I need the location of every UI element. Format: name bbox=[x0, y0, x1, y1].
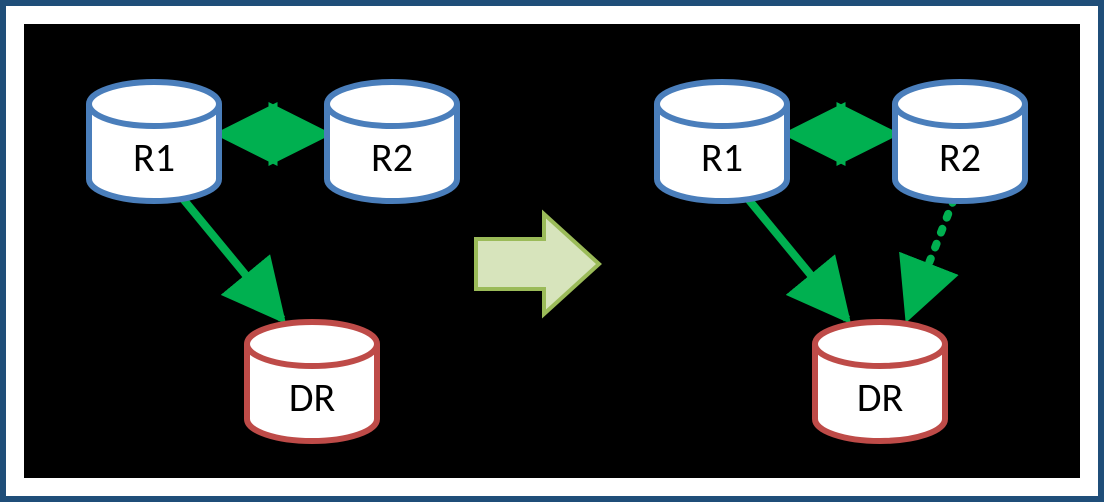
transition-arrow bbox=[476, 214, 599, 314]
diagram-inner: R1 R2 DR R1 R2 DR bbox=[24, 24, 1080, 478]
arrow-r1-dr-left bbox=[179, 194, 282, 319]
label-dr-left: DR bbox=[289, 378, 335, 418]
label-r1-left: R1 bbox=[133, 138, 175, 178]
label-r1-right: R1 bbox=[701, 138, 743, 178]
arrow-r2-dr-right-dotted bbox=[908, 199, 954, 317]
diagram-svg bbox=[24, 24, 1080, 484]
diagram-container: R1 R2 DR R1 R2 DR bbox=[0, 0, 1104, 502]
label-r2-right: R2 bbox=[939, 138, 981, 178]
label-dr-right: DR bbox=[857, 378, 903, 418]
label-r2-left: R2 bbox=[371, 138, 413, 178]
arrow-r1-dr-right bbox=[744, 194, 847, 319]
